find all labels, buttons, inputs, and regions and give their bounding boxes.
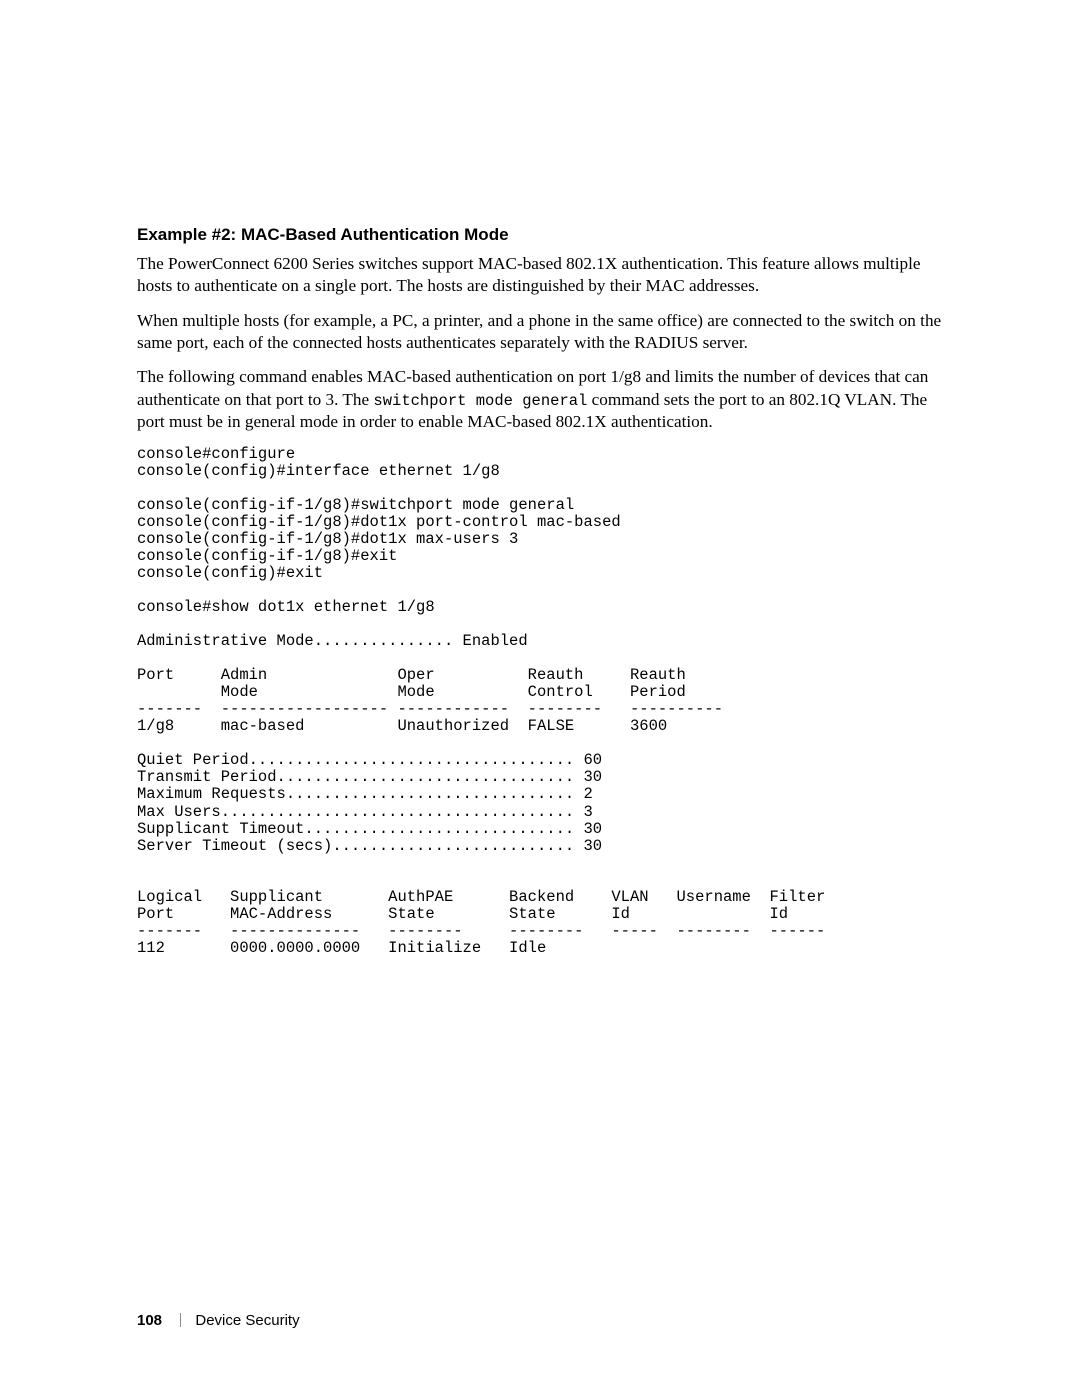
page-number: 108 (137, 1312, 162, 1329)
footer-section: Device Security (195, 1312, 299, 1329)
footer-divider (180, 1313, 181, 1327)
paragraph-2: When multiple hosts (for example, a PC, … (137, 310, 943, 355)
page-footer: 108 Device Security (137, 1312, 300, 1329)
paragraph-3: The following command enables MAC-based … (137, 366, 943, 433)
paragraph-1: The PowerConnect 6200 Series switches su… (137, 253, 943, 298)
inline-command: switchport mode general (373, 392, 587, 410)
cli-output: console#configure console(config)#interf… (137, 446, 943, 957)
section-heading: Example #2: MAC-Based Authentication Mod… (137, 225, 943, 245)
